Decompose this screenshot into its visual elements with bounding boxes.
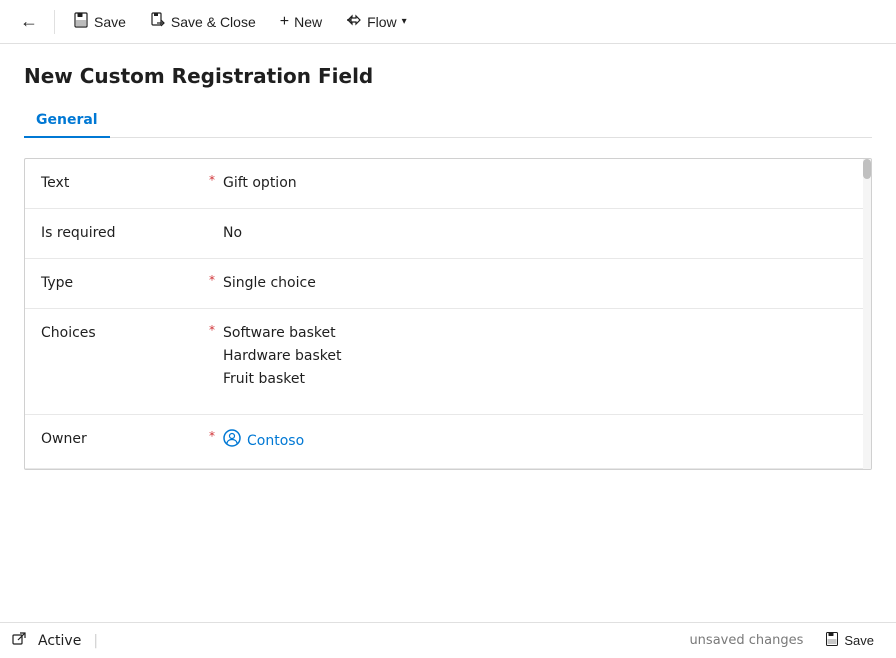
owner-name: Contoso: [247, 431, 304, 452]
owner-required: *: [209, 429, 215, 443]
form-row-choices: Choices * Software basket Hardware baske…: [25, 309, 871, 415]
is-required-value[interactable]: No: [223, 223, 855, 244]
status-bar: Active | unsaved changes Save: [0, 622, 896, 658]
choices-label: Choices: [41, 323, 201, 341]
status-left: Active |: [12, 632, 98, 650]
toolbar: ← Save Save & Close + New: [0, 0, 896, 44]
new-icon: +: [280, 13, 289, 31]
form-row-owner: Owner * Contoso: [25, 415, 871, 469]
form-row-text: Text * Gift option: [25, 159, 871, 209]
text-required: *: [209, 173, 215, 187]
form-container: Text * Gift option Is required * No Type…: [24, 158, 872, 470]
tab-general[interactable]: General: [24, 104, 110, 138]
save-label: Save: [94, 14, 126, 30]
main-content: New Custom Registration Field General Te…: [0, 44, 896, 622]
choice-item-1: Software basket: [223, 323, 855, 344]
choice-item-2: Hardware basket: [223, 346, 855, 367]
form-row-type: Type * Single choice: [25, 259, 871, 309]
status-save-label: Save: [844, 633, 874, 648]
status-separator: |: [93, 633, 98, 649]
type-required: *: [209, 273, 215, 287]
flow-icon: [346, 12, 362, 31]
owner-value[interactable]: Contoso: [223, 429, 855, 454]
save-button[interactable]: Save: [63, 6, 136, 37]
text-value[interactable]: Gift option: [223, 173, 855, 194]
text-label: Text: [41, 173, 201, 191]
unsaved-changes: unsaved changes: [689, 633, 803, 648]
status-save-button[interactable]: Save: [815, 628, 884, 653]
save-close-label: Save & Close: [171, 14, 256, 30]
flow-dropdown-icon: ▾: [402, 16, 407, 27]
save-close-button[interactable]: Save & Close: [140, 6, 266, 37]
choices-required: *: [209, 323, 215, 337]
tabs: General: [24, 104, 872, 138]
save-close-icon: [150, 12, 166, 31]
type-value[interactable]: Single choice: [223, 273, 855, 294]
status-save-icon: [825, 632, 839, 649]
new-button[interactable]: + New: [270, 7, 332, 37]
status-text: Active: [38, 633, 81, 649]
back-icon: ←: [20, 11, 38, 31]
form-row-is-required: Is required * No: [25, 209, 871, 259]
save-icon: [73, 12, 89, 31]
back-button[interactable]: ←: [12, 5, 46, 38]
page-title: New Custom Registration Field: [24, 64, 872, 88]
choice-item-3: Fruit basket: [223, 369, 855, 390]
choices-value[interactable]: Software basket Hardware basket Fruit ba…: [223, 323, 855, 390]
status-right: unsaved changes Save: [689, 628, 884, 653]
flow-button[interactable]: Flow ▾: [336, 6, 417, 37]
scrollbar-thumb[interactable]: [863, 159, 871, 179]
user-icon: [223, 429, 241, 454]
owner-label: Owner: [41, 429, 201, 447]
scrollbar-track: [863, 159, 871, 469]
new-label: New: [294, 14, 322, 30]
is-required-label: Is required: [41, 223, 201, 241]
external-link-icon[interactable]: [12, 632, 26, 650]
toolbar-divider: [54, 10, 55, 34]
flow-label: Flow: [367, 14, 397, 30]
type-label: Type: [41, 273, 201, 291]
owner-link[interactable]: Contoso: [223, 429, 855, 454]
